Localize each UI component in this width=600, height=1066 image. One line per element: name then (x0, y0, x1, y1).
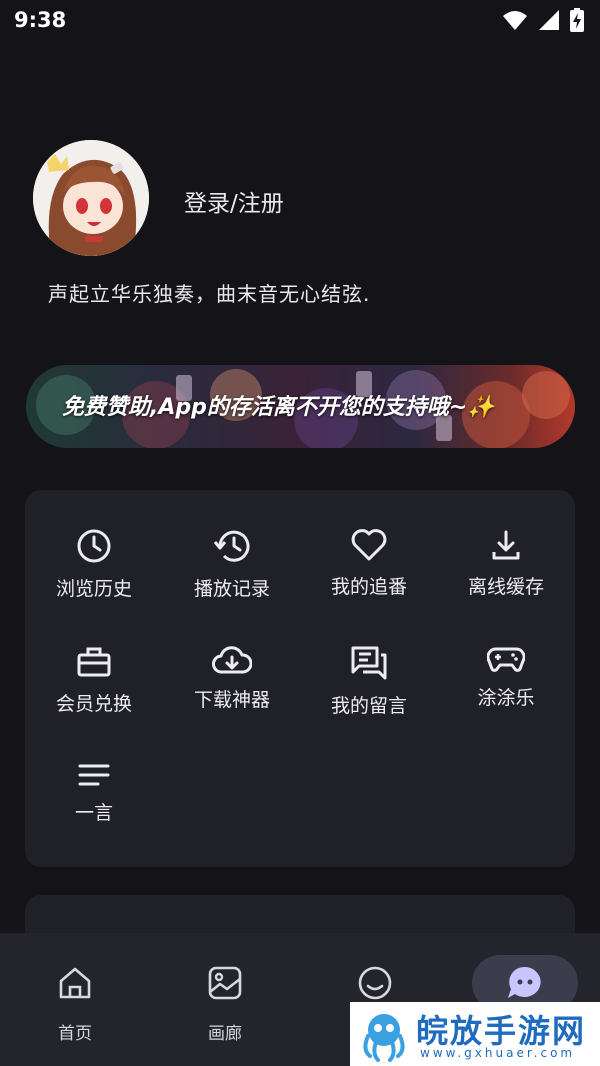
menu-item-quote[interactable]: 一言 (25, 724, 163, 824)
signal-icon (539, 10, 559, 30)
watermark-url: www.gxhuaer.com (420, 1046, 576, 1060)
banner-text: 免费赞助,App的存活离不开您的支持哦~✨ (62, 395, 495, 420)
feature-menu-card: 浏览历史 播放记录 我的追番 离线缓存 会员兑换 下载神器 我的留言 涂涂乐 一… (25, 490, 575, 867)
menu-item-my-comments[interactable]: 我的留言 (300, 607, 438, 717)
heart-icon (349, 528, 389, 562)
gallery-icon (205, 963, 245, 1003)
menu-item-label: 我的追番 (330, 576, 407, 598)
battery-charging-icon (570, 8, 584, 32)
menu-item-label: 我的留言 (330, 695, 407, 717)
download-icon (486, 528, 526, 562)
octopus-logo-icon (363, 1014, 405, 1062)
menu-item-my-anime[interactable]: 我的追番 (300, 490, 438, 598)
nav-tab-label: 画廊 (208, 1024, 242, 1044)
home-icon (55, 963, 95, 1003)
smile-icon (355, 963, 395, 1003)
menu-item-label: 浏览历史 (55, 578, 132, 600)
menu-item-label: 下载神器 (193, 689, 270, 711)
nav-tab-label: 首页 (58, 1024, 92, 1044)
menu-item-label: 播放记录 (193, 578, 270, 600)
cloud-download-icon (212, 645, 252, 675)
site-watermark: 皖放手游网 www.gxhuaer.com (350, 1002, 600, 1066)
menu-item-offline-cache[interactable]: 离线缓存 (437, 490, 575, 598)
menu-item-label: 会员兑换 (55, 693, 132, 715)
nav-tab-gallery[interactable]: 画廊 (150, 933, 300, 1066)
comments-icon (349, 645, 389, 681)
status-time: 9:38 (14, 8, 67, 32)
avatar[interactable] (33, 140, 149, 256)
menu-item-label: 离线缓存 (467, 576, 544, 598)
login-register-link[interactable]: 登录/注册 (184, 184, 284, 218)
anime-girl-avatar-image (33, 140, 149, 256)
gift-card-icon (74, 645, 114, 679)
nav-tab-home[interactable]: 首页 (0, 933, 150, 1066)
gamepad-icon (486, 645, 526, 673)
menu-item-doodle[interactable]: 涂涂乐 (437, 607, 575, 709)
menu-item-membership-redeem[interactable]: 会员兑换 (25, 607, 163, 715)
chat-bubble-icon (505, 963, 545, 1003)
status-icons (502, 8, 584, 32)
menu-item-label: 涂涂乐 (477, 687, 535, 709)
sponsor-banner[interactable]: 免费赞助,App的存活离不开您的支持哦~✨ (26, 365, 575, 448)
menu-item-play-history[interactable]: 播放记录 (163, 490, 301, 600)
status-bar: 9:38 (0, 0, 600, 42)
clock-icon (74, 528, 114, 564)
wifi-icon (503, 11, 527, 30)
menu-item-label: 一言 (74, 802, 113, 824)
text-lines-icon (74, 762, 114, 788)
menu-item-download-tool[interactable]: 下载神器 (163, 607, 301, 711)
profile-motto: 声起立华乐独奏，曲末音无心结弦. (48, 282, 371, 306)
menu-item-browse-history[interactable]: 浏览历史 (25, 490, 163, 600)
history-icon (212, 528, 252, 564)
